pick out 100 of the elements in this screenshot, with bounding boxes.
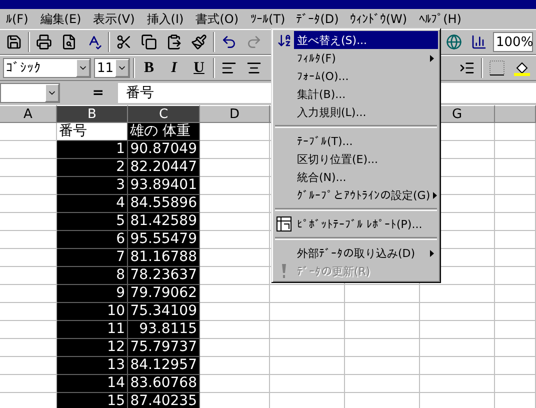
table-cell (0, 357, 57, 375)
table-cell (0, 123, 57, 141)
table-cell (495, 339, 536, 357)
table-cell (0, 231, 57, 249)
column-header[interactable]: D (200, 105, 270, 123)
table-cell: 84.12957 (128, 357, 200, 375)
menu-item[interactable]: ﾌｫｰﾑ(O)... (274, 67, 438, 85)
table-cell: 81.16788 (128, 249, 200, 267)
table-cell (0, 285, 57, 303)
menu-item[interactable]: 並べ替え(S)... (274, 31, 438, 49)
menu-item[interactable]: ｸﾞﾙｰﾌﾟとｱｳﾄﾗｲﾝの設定(G) (274, 186, 438, 204)
table-cell (495, 357, 536, 375)
table-cell: 番号 (57, 123, 128, 141)
menu-item[interactable]: ﾙ(F) (0, 10, 34, 28)
equals-sign: = (91, 85, 105, 101)
table-cell (0, 159, 57, 177)
menu-item[interactable]: 挿入(I) (140, 8, 190, 30)
name-box[interactable] (0, 83, 60, 103)
menu-item[interactable]: 表示(V) (87, 8, 141, 30)
table-cell (0, 339, 57, 357)
table-cell: 10 (57, 303, 128, 321)
bold-button[interactable]: B (138, 57, 160, 79)
table-cell: 12 (57, 339, 128, 357)
font-size-field[interactable]: 11 (94, 58, 130, 78)
table-cell (0, 195, 57, 213)
table-cell: 2 (57, 159, 128, 177)
table-cell: 1 (57, 141, 128, 159)
table-cell: 8 (57, 267, 128, 285)
menu-item[interactable]: ﾃﾞｰﾀ(D) (291, 11, 344, 27)
table-cell: 75.79737 (128, 339, 200, 357)
pivot-table-icon (276, 216, 292, 232)
submenu-arrow-icon (433, 192, 438, 198)
menu-item[interactable]: 統合(N)... (274, 168, 438, 186)
table-cell: 93.8115 (128, 321, 200, 339)
table-cell: 13 (57, 357, 128, 375)
menu-item[interactable]: 書式(O) (190, 8, 245, 30)
table-cell: 83.60768 (128, 375, 200, 393)
table-cell: 75.34109 (128, 303, 200, 321)
table-cell (495, 177, 536, 195)
table-cell (495, 213, 536, 231)
underline-button[interactable]: U (188, 57, 210, 79)
menu-item[interactable]: ﾍﾙﾌﾟ(H) (413, 10, 468, 28)
table-cell: 82.20447 (128, 159, 200, 177)
italic-button[interactable]: I (163, 57, 185, 79)
table-cell: 3 (57, 177, 128, 195)
table-cell: 11 (57, 321, 128, 339)
table-cell (200, 285, 270, 303)
table-cell (200, 321, 270, 339)
table-cell: 84.55896 (128, 195, 200, 213)
table-cell (495, 321, 536, 339)
menu-item[interactable]: 外部ﾃﾞｰﾀの取り込み(D) (274, 244, 438, 262)
table-cell (495, 375, 536, 393)
table-cell (495, 249, 536, 267)
submenu-arrow-icon (430, 250, 434, 256)
sort-ascending-icon (276, 32, 292, 48)
menu-item[interactable]: ﾂｰﾙ(T) (244, 10, 292, 28)
dropdown-icon[interactable] (76, 59, 90, 77)
menu-item[interactable]: 編集(E) (34, 8, 88, 30)
menu-item[interactable]: ｳｨﾝﾄﾞｳ(W) (344, 10, 414, 28)
table-cell: 5 (57, 213, 128, 231)
table-cell: 9 (57, 285, 128, 303)
table-cell (495, 285, 536, 303)
table-cell: 90.87049 (128, 141, 200, 159)
table-cell (200, 357, 270, 375)
table-cell: 93.89401 (128, 177, 200, 195)
table-cell (495, 195, 536, 213)
table-cell (0, 177, 57, 195)
table-cell (495, 231, 536, 249)
table-cell: 4 (57, 195, 128, 213)
table-cell: 95.55479 (128, 231, 200, 249)
column-header[interactable] (495, 105, 536, 123)
font-field[interactable]: ｺﾞｼｯｸ (3, 58, 91, 78)
table-cell: 79.79062 (128, 285, 200, 303)
menu-item[interactable]: ﾋﾟﾎﾞｯﾄﾃｰﾌﾞﾙ ﾚﾎﾟｰﾄ(P)... (274, 215, 438, 233)
table-cell: 14 (57, 375, 128, 393)
column-header[interactable]: A (0, 105, 57, 123)
zoom-field[interactable]: 100% (493, 32, 533, 52)
dropdown-icon[interactable] (115, 59, 129, 77)
menu-item[interactable]: 集計(B)... (274, 85, 438, 103)
column-header[interactable]: B (57, 105, 128, 123)
table-cell (495, 267, 536, 285)
table-cell (495, 123, 536, 141)
menu-item[interactable]: ﾌｨﾙﾀ(F) (274, 49, 438, 67)
table-cell (0, 375, 57, 393)
table-cell (200, 303, 270, 321)
dropdown-icon[interactable] (45, 84, 59, 102)
table-cell (495, 141, 536, 159)
table-cell: 雄の 体重 (128, 123, 200, 141)
menu-item[interactable]: ﾃｰﾌﾞﾙ(T)... (274, 132, 438, 150)
table-cell (0, 249, 57, 267)
table-cell (0, 213, 57, 231)
table-cell (200, 339, 270, 357)
table-cell (0, 303, 57, 321)
table-cell (495, 159, 536, 177)
table-cell (0, 321, 57, 339)
table-cell (0, 267, 57, 285)
column-header[interactable]: C (128, 105, 200, 123)
menu-item[interactable]: 区切り位置(E)... (274, 150, 438, 168)
table-cell (495, 303, 536, 321)
table-cell: 81.42589 (128, 213, 200, 231)
